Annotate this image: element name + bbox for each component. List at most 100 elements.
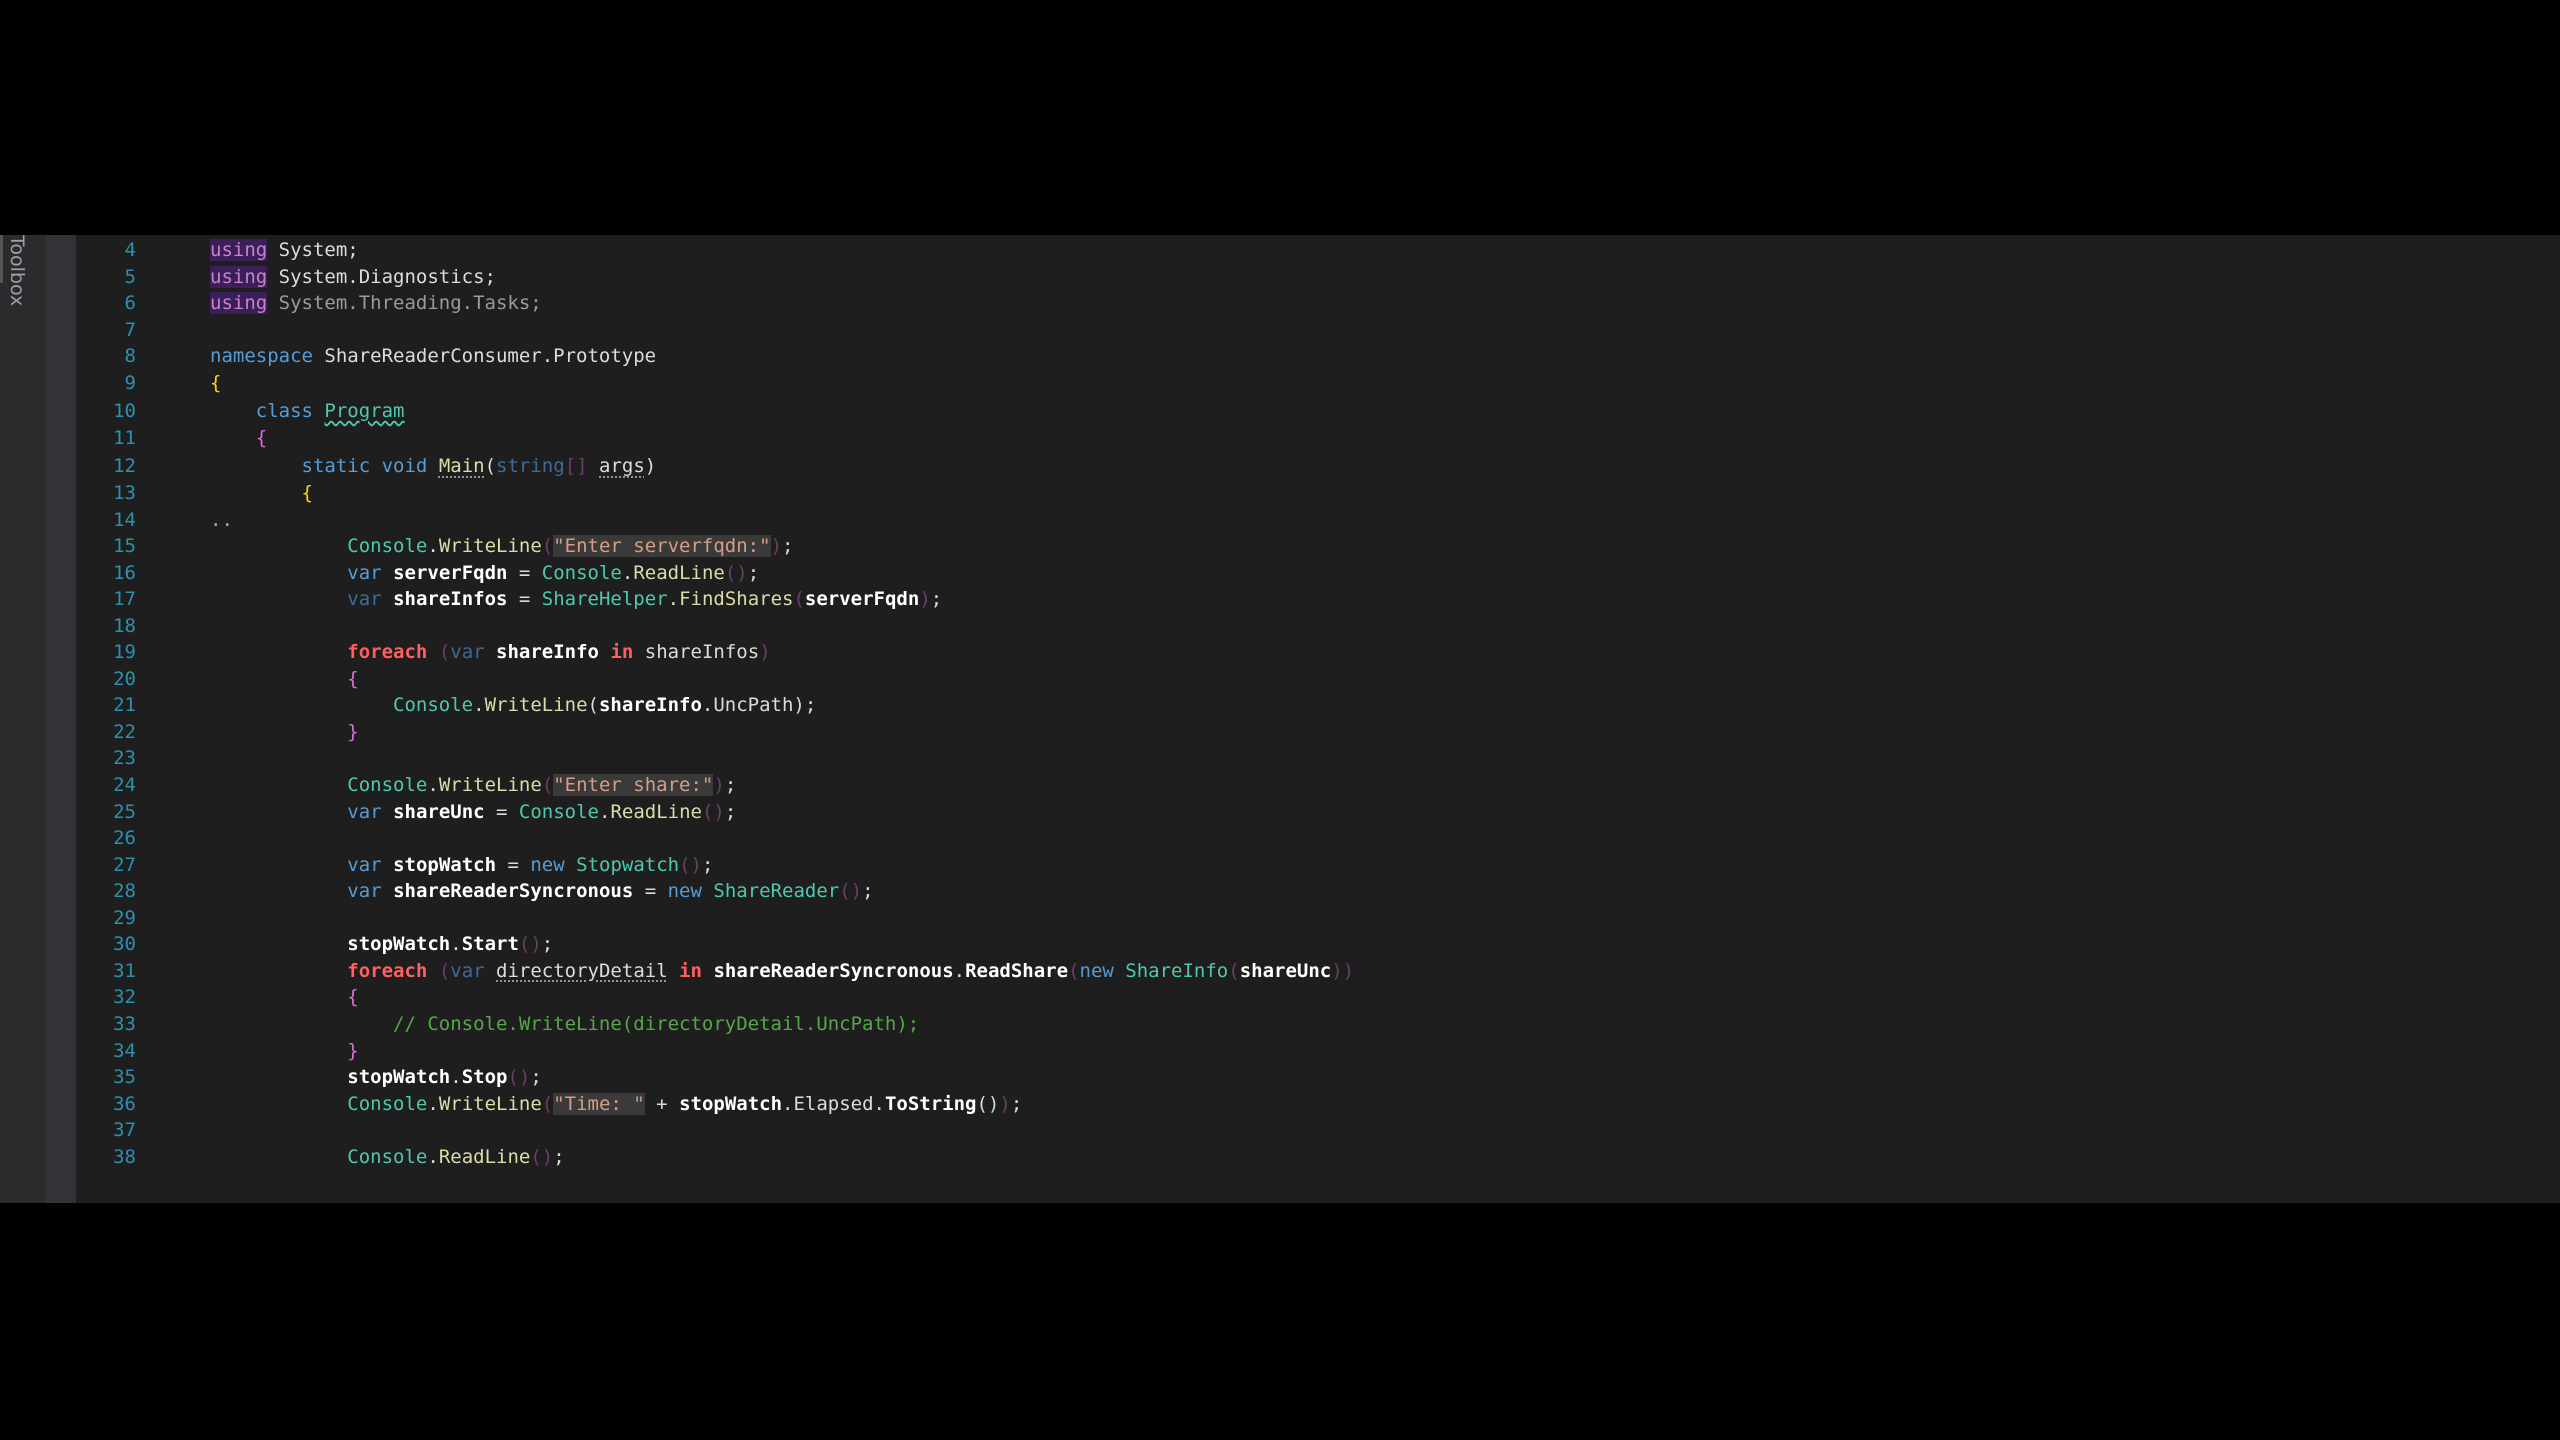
line-number: 12 [113, 455, 136, 478]
code-token: shareReaderSyncronous [393, 880, 634, 903]
code-token: System.Threading.Tasks; [267, 292, 542, 315]
code-token: ; [747, 561, 760, 584]
code-line[interactable]: 30 stopWatch.Start(); [76, 931, 2560, 957]
code-token: ReadShare [965, 959, 1069, 982]
code-token: ( [793, 588, 805, 611]
line-number: 15 [113, 535, 136, 558]
code-token: () [679, 853, 702, 876]
code-token: ReadLine [633, 561, 725, 584]
line-number: 7 [124, 318, 136, 341]
code-token: { [210, 371, 222, 394]
code-line[interactable]: 27 var stopWatch = new Stopwatch(); [76, 852, 2560, 878]
code-token: = [507, 588, 542, 611]
code-line[interactable]: 21 Console.WriteLine(shareInfo.UncPath); [76, 692, 2560, 718]
code-line[interactable]: 7 [76, 317, 2560, 343]
code-text: { [210, 480, 313, 506]
code-token: () [724, 561, 748, 584]
code-token: . [667, 588, 680, 611]
code-token: ; [724, 800, 737, 823]
code-token: var [347, 800, 382, 823]
code-line[interactable]: 36 Console.WriteLine("Time: " + stopWatc… [76, 1091, 2560, 1117]
code-line[interactable]: 13 { [76, 480, 2560, 506]
code-token: stopWatch [347, 933, 451, 956]
code-token: Main [438, 455, 485, 478]
code-token: string [496, 455, 565, 478]
code-token: WriteLine [438, 1092, 542, 1115]
code-token: var [347, 561, 382, 584]
code-line[interactable]: 20 { [76, 666, 2560, 692]
code-text: { [210, 666, 358, 692]
code-token: ; [930, 588, 943, 611]
code-token: shareInfos [644, 641, 760, 664]
code-token: "Time: " [553, 1092, 645, 1115]
code-token: serverFqdn [393, 561, 508, 584]
code-line[interactable]: 10 class Program [76, 398, 2560, 424]
code-line[interactable]: 26 [76, 825, 2560, 851]
line-number: 4 [124, 239, 136, 261]
code-line[interactable]: 5 using System.Diagnostics; [76, 264, 2560, 290]
code-token: System.Diagnostics; [267, 265, 496, 288]
code-token: . [450, 1066, 462, 1089]
code-line[interactable]: 25 var shareUnc = Console.ReadLine(); [76, 799, 2560, 825]
code-token: ReadLine [438, 1145, 531, 1168]
code-token: namespace [210, 345, 313, 368]
code-token: new [530, 853, 565, 876]
code-line[interactable]: 32 { [76, 984, 2560, 1010]
code-line[interactable]: 4 using System; [76, 237, 2560, 263]
code-line[interactable]: 16 var serverFqdn = Console.ReadLine(); [76, 560, 2560, 586]
code-line[interactable]: 8 namespace ShareReaderConsumer.Prototype [76, 343, 2560, 369]
code-line[interactable]: 35 stopWatch.Stop(); [76, 1064, 2560, 1090]
code-text: stopWatch.Start(); [210, 931, 553, 957]
code-line[interactable]: 31 foreach (var directoryDetail in share… [76, 958, 2560, 984]
code-token: Stopwatch [576, 853, 680, 876]
code-line[interactable]: 28 var shareReaderSyncronous = new Share… [76, 878, 2560, 904]
code-token: . [427, 774, 439, 796]
code-line[interactable]: 9{ [76, 370, 2560, 396]
code-token: Console [393, 694, 474, 717]
code-line[interactable]: 29 [76, 905, 2560, 931]
code-line[interactable]: 11 { [76, 425, 2560, 451]
code-text: class Program [210, 398, 405, 424]
collapsed-region-marker[interactable]: .. [210, 507, 233, 533]
code-line[interactable]: 19 foreach (var shareInfo in shareInfos) [76, 639, 2560, 665]
code-token: shareUnc [1239, 959, 1332, 982]
line-number: 30 [113, 933, 136, 956]
code-text: foreach (var shareInfo in shareInfos) [210, 639, 770, 665]
code-token: new [1079, 959, 1114, 982]
code-line[interactable]: 34 } [76, 1038, 2560, 1064]
code-line[interactable]: 33 // Console.WriteLine(directoryDetail.… [76, 1011, 2560, 1037]
line-number: 10 [113, 400, 136, 423]
code-token: foreach [347, 641, 428, 664]
code-text-area[interactable]: 4 using System; 5 using System.Diagnostics;… [76, 235, 2560, 1203]
code-token: ) [713, 774, 725, 796]
code-line[interactable]: 22 } [76, 719, 2560, 745]
code-token: () [518, 933, 542, 956]
code-line[interactable]: 14.. [76, 507, 2560, 533]
code-token: ShareInfo [1125, 959, 1229, 982]
code-token: ) [770, 535, 783, 558]
code-token: .UncPath); [701, 694, 817, 717]
code-token: ReadLine [610, 800, 702, 823]
code-line[interactable]: 15 Console.WriteLine("Enter serverfqdn:"… [76, 533, 2560, 559]
code-token: WriteLine [438, 535, 542, 558]
code-line[interactable]: 24 Console.WriteLine("Enter share:"); [76, 772, 2560, 798]
code-line[interactable]: 23 [76, 745, 2560, 771]
code-line[interactable]: 12 static void Main(string[] args) [76, 453, 2560, 479]
code-line[interactable]: 6 using System.Threading.Tasks; [76, 290, 2560, 316]
code-token: . [450, 933, 462, 956]
code-token: . [621, 561, 634, 584]
code-line[interactable]: 38 Console.ReadLine(); [76, 1144, 2560, 1170]
code-line[interactable]: 18 [76, 613, 2560, 639]
toolbox-tab[interactable]: Toolbox [0, 235, 40, 306]
code-line[interactable]: 37 [76, 1117, 2560, 1143]
code-token: shareInfo [496, 641, 599, 664]
code-line[interactable]: 17 var shareInfos = ShareHelper.FindShar… [76, 586, 2560, 612]
code-token: Stop [461, 1066, 508, 1089]
